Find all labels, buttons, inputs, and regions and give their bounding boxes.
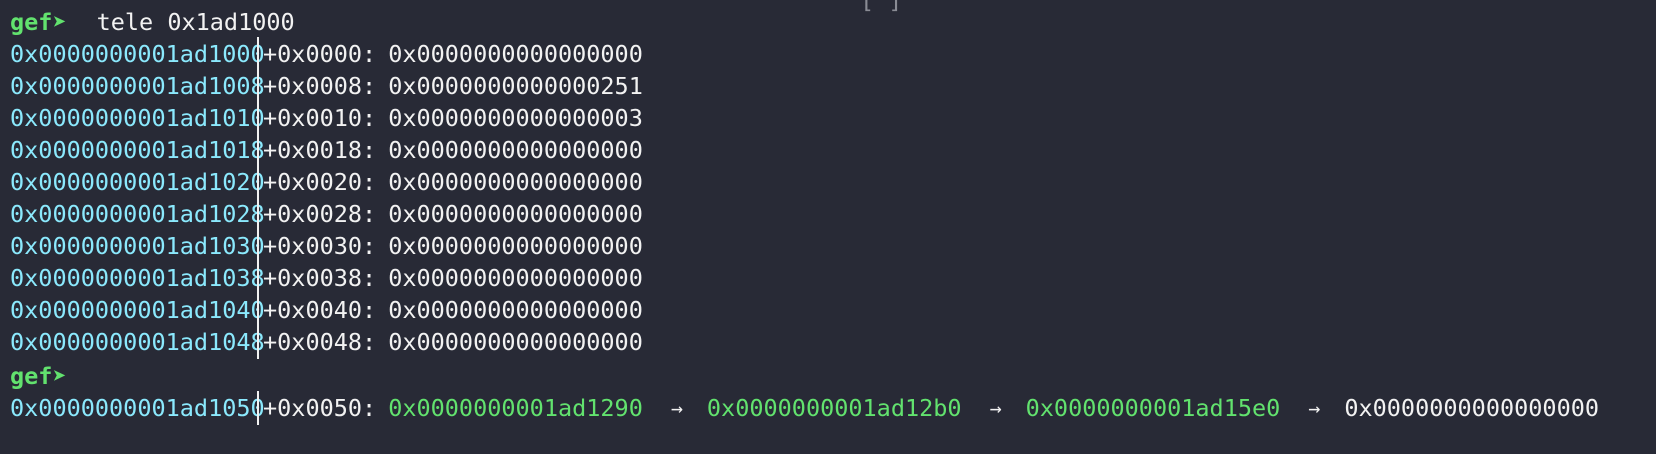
row-offset: +0x0008: (263, 72, 377, 100)
chain-end-value: 0x0000000000000000 (1344, 394, 1600, 422)
column-separator (257, 37, 259, 71)
telescope-row: 0x0000000001ad1010 +0x0010: 0x000000000000… (10, 101, 643, 135)
row-value: 0x0000000000000000 (388, 232, 643, 260)
right-arrow-icon: → (1308, 396, 1321, 420)
gef-prompt: gef➤ (10, 8, 67, 36)
telescope-row: 0x0000000001ad1000 +0x0000: 0x000000000000… (10, 37, 643, 71)
column-separator (257, 293, 259, 327)
prompt-line[interactable]: gef➤ (10, 359, 67, 393)
telescope-row: 0x0000000001ad1038 +0x0038: 0x000000000000… (10, 261, 643, 295)
row-offset: +0x0040: (263, 296, 377, 324)
right-arrow-icon: → (670, 396, 683, 420)
row-offset: +0x0030: (263, 232, 377, 260)
column-separator (257, 133, 259, 167)
row-address: 0x0000000001ad1020 (10, 168, 265, 196)
column-separator (257, 391, 259, 425)
row-address: 0x0000000001ad1018 (10, 136, 265, 164)
column-separator (257, 229, 259, 263)
row-address: 0x0000000001ad1040 (10, 296, 265, 324)
row-address: 0x0000000001ad1050 (10, 394, 265, 422)
row-value: 0x0000000000000000 (388, 296, 643, 324)
telescope-row: 0x0000000001ad1020 +0x0020: 0x000000000000… (10, 165, 643, 199)
row-offset: +0x0048: (263, 328, 377, 356)
row-offset: +0x0020: (263, 168, 377, 196)
pointer-value: 0x0000000001ad1290 (388, 394, 643, 422)
row-value: 0x0000000000000000 (388, 200, 643, 228)
telescope-row: 0x0000000001ad1018 +0x0018: 0x000000000000… (10, 133, 643, 167)
column-separator (257, 101, 259, 135)
right-arrow-icon: → (989, 396, 1002, 420)
row-offset: +0x0018: (263, 136, 377, 164)
command-text: tele 0x1ad1000 (96, 8, 295, 36)
telescope-row: 0x0000000001ad1040 +0x0040: 0x000000000000… (10, 293, 643, 327)
row-value: 0x0000000000000251 (388, 72, 643, 100)
column-separator (257, 261, 259, 295)
pointer-value: 0x0000000001ad12b0 (706, 394, 962, 422)
telescope-row: 0x0000000001ad1048 +0x0048: 0x000000000000… (10, 325, 643, 359)
row-value: 0x0000000000000000 (388, 136, 643, 164)
row-offset: +0x0028: (263, 200, 377, 228)
row-offset: +0x0010: (263, 104, 377, 132)
column-separator (257, 325, 259, 359)
column-separator (257, 165, 259, 199)
row-address: 0x0000000001ad1048 (10, 328, 265, 356)
row-value: 0x0000000000000003 (388, 104, 643, 132)
telescope-row: 0x0000000001ad1028 +0x0028: 0x000000000000… (10, 197, 643, 231)
telescope-row: 0x0000000001ad1030 +0x0030: 0x000000000000… (10, 229, 643, 263)
row-value: 0x0000000000000000 (388, 328, 643, 356)
command-line: gef➤ tele 0x1ad1000 (10, 5, 295, 39)
telescope-row: 0x0000000001ad1008 +0x0008: 0x000000000000… (10, 69, 643, 103)
gef-prompt: gef➤ (10, 362, 67, 390)
row-address: 0x0000000001ad1030 (10, 232, 265, 260)
row-offset: +0x0038: (263, 264, 377, 292)
column-separator (257, 197, 259, 231)
row-offset: +0x0050: (263, 394, 377, 422)
row-address: 0x0000000001ad1008 (10, 72, 265, 100)
clipped-top-text: [ ] (860, 0, 903, 14)
row-address: 0x0000000001ad1038 (10, 264, 265, 292)
pointer-chain-row: 0x0000000001ad1050 +0x0050: 0x0000000001ad… (10, 391, 1599, 425)
terminal-window[interactable]: [ ] gef➤ tele 0x1ad1000 0x0000000001ad10… (0, 0, 1656, 454)
row-address: 0x0000000001ad1028 (10, 200, 265, 228)
row-offset: +0x0000: (263, 40, 377, 68)
row-value: 0x0000000000000000 (388, 264, 643, 292)
column-separator (257, 69, 259, 103)
row-value: 0x0000000000000000 (388, 168, 643, 196)
row-address: 0x0000000001ad1000 (10, 40, 265, 68)
row-address: 0x0000000001ad1010 (10, 104, 265, 132)
row-value: 0x0000000000000000 (388, 40, 643, 68)
pointer-value: 0x0000000001ad15e0 (1025, 394, 1281, 422)
